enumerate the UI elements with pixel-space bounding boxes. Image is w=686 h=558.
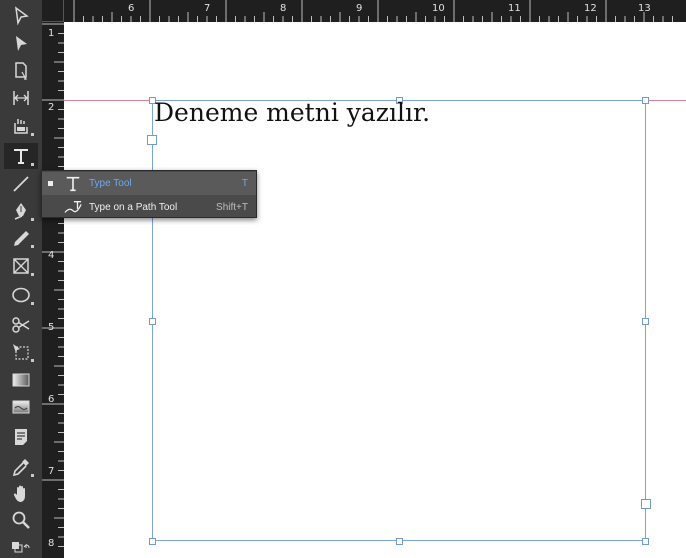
pencil-icon: [14, 231, 29, 246]
gap-tool[interactable]: [4, 85, 38, 111]
ruler-number-13: 13: [638, 3, 651, 14]
text-frame[interactable]: [152, 100, 646, 541]
type-tools-flyout: Type Tool T Type on a Path Tool Shift+T: [41, 170, 257, 218]
tools-panel: [0, 0, 42, 558]
ruler-origin[interactable]: [42, 0, 64, 22]
default-fill-stroke[interactable]: [4, 536, 38, 556]
zoom-icon: [12, 511, 30, 529]
type-tool-icon: [14, 149, 28, 164]
gap-icon: [13, 91, 29, 105]
eyedropper-tool[interactable]: [4, 454, 38, 480]
flyout-indicator: [31, 133, 34, 136]
flyout-indicator: [31, 218, 34, 221]
ruler-number-12: 12: [584, 3, 597, 14]
ruler-number-4: 4: [48, 250, 55, 261]
ruler-number-8: 8: [280, 3, 287, 14]
frame-handle-middle-right[interactable]: [642, 318, 649, 325]
free-transform-tool[interactable]: [4, 339, 38, 365]
ruler-number-9: 9: [356, 3, 363, 14]
pencil-tool[interactable]: [4, 225, 38, 251]
scissors-tool[interactable]: [4, 312, 38, 338]
content-collector-icon: [14, 119, 28, 134]
page-icon: [15, 62, 28, 80]
flyout-item-type-on-path-tool[interactable]: Type on a Path Tool Shift+T: [42, 196, 256, 219]
horizontal-ruler[interactable]: 6 7 8 9 10 11 12 13: [42, 0, 686, 22]
ruler-number-2: 2: [48, 102, 55, 113]
flyout-indicator: [31, 302, 34, 305]
pen-icon: [14, 203, 26, 220]
type-icon: [62, 174, 84, 194]
rectangle-frame-tool[interactable]: [4, 253, 38, 279]
ruler-number-8-vertical: 8: [48, 538, 55, 549]
frame-handle-bottom-right[interactable]: [642, 538, 649, 545]
flyout-item-label: Type Tool: [89, 178, 132, 189]
zoom-tool[interactable]: [4, 507, 38, 533]
selection-tool[interactable]: [4, 3, 38, 29]
fill-stroke-icon: [12, 542, 30, 553]
page-tool[interactable]: [4, 58, 38, 84]
gradient-feather-tool[interactable]: [4, 394, 38, 420]
ruler-number-1: 1: [48, 28, 55, 39]
frame-out-port[interactable]: [641, 499, 651, 509]
selection-arrow-icon: [15, 6, 29, 26]
flyout-indicator: [31, 359, 34, 362]
line-tool[interactable]: [4, 171, 38, 197]
free-transform-icon: [13, 344, 29, 360]
frame-handle-middle-left[interactable]: [149, 318, 156, 325]
line-icon: [13, 176, 29, 192]
ruler-number-7-vertical: 7: [48, 466, 55, 477]
rectangle-frame-icon: [13, 258, 29, 274]
type-tool[interactable]: [4, 143, 38, 169]
selected-bullet-icon: [48, 181, 53, 186]
ellipse-icon: [12, 287, 30, 303]
flyout-item-shortcut: T: [241, 178, 248, 189]
ruler-number-7: 7: [204, 3, 211, 14]
frame-handle-bottom-middle[interactable]: [396, 538, 403, 545]
hand-tool[interactable]: [4, 481, 38, 507]
frame-handle-bottom-left[interactable]: [149, 538, 156, 545]
direct-selection-arrow-icon: [16, 36, 27, 51]
hand-icon: [13, 485, 25, 502]
frame-handle-top-right[interactable]: [642, 97, 649, 104]
scissors-icon: [12, 317, 30, 333]
vertical-ruler[interactable]: 1 2 3 4 5 6 7 8: [42, 22, 64, 558]
gradient-swatch-tool[interactable]: [4, 367, 38, 393]
ruler-number-6: 6: [128, 3, 135, 14]
ruler-number-6-vertical: 6: [48, 394, 55, 405]
frame-in-port[interactable]: [147, 135, 157, 145]
flyout-item-type-tool[interactable]: Type Tool T: [42, 172, 256, 195]
pen-tool[interactable]: [4, 198, 38, 224]
ruler-number-5: 5: [48, 322, 55, 333]
flyout-indicator: [31, 273, 34, 276]
note-icon: [15, 429, 27, 445]
gradient-feather-icon: [12, 400, 30, 414]
ellipse-tool[interactable]: [4, 282, 38, 308]
note-tool[interactable]: [4, 424, 38, 450]
flyout-item-shortcut: Shift+T: [216, 202, 248, 213]
eyedropper-icon: [12, 459, 29, 477]
type-on-path-icon: [62, 198, 84, 218]
ruler-number-11: 11: [508, 3, 521, 14]
content-collector-tool[interactable]: [4, 113, 38, 139]
document-text[interactable]: Deneme metni yazılır.: [154, 98, 430, 127]
flyout-indicator: [31, 245, 34, 248]
gradient-swatch-icon: [12, 373, 30, 387]
flyout-indicator: [31, 474, 34, 477]
flyout-indicator: [31, 163, 34, 166]
flyout-item-label: Type on a Path Tool: [89, 202, 178, 213]
direct-selection-tool[interactable]: [4, 31, 38, 57]
ruler-number-10: 10: [432, 3, 445, 14]
